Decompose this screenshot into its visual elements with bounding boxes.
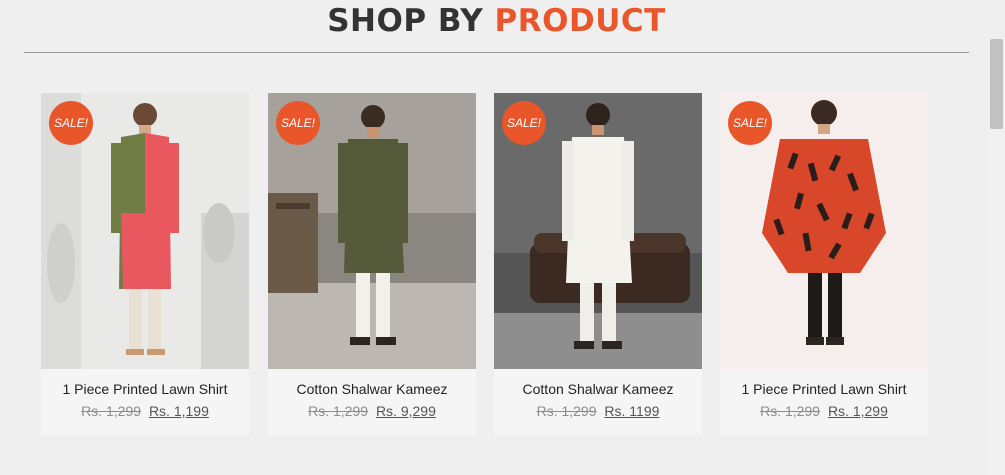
sale-badge: SALE! (502, 101, 546, 145)
sale-price: Rs. 1,199 (148, 403, 209, 419)
price-row: Rs. 1,299 Rs. 1,299 (720, 403, 928, 419)
product-title[interactable]: Cotton Shalwar Kameez (268, 381, 476, 397)
product-title[interactable]: 1 Piece Printed Lawn Shirt (41, 381, 249, 397)
sale-badge: SALE! (728, 101, 772, 145)
product-card[interactable]: SALE! 1 Piece Printed Lawn Shirt Rs. 1,2… (720, 93, 928, 435)
sale-badge: SALE! (49, 101, 93, 145)
original-price: Rs. 1,299 (536, 403, 597, 419)
product-title[interactable]: 1 Piece Printed Lawn Shirt (720, 381, 928, 397)
price-row: Rs. 1,299 Rs. 1199 (494, 403, 702, 419)
section-heading: SHOP BY PRODUCT (0, 3, 993, 39)
sale-price: Rs. 1,299 (827, 403, 888, 419)
price-row: Rs. 1,299 Rs. 1,199 (41, 403, 249, 419)
heading-highlight: PRODUCT (494, 3, 666, 39)
original-price: Rs. 1,299 (760, 403, 821, 419)
product-image[interactable]: SALE! (720, 93, 928, 369)
vertical-scrollbar[interactable] (988, 39, 1005, 475)
price-row: Rs. 1,299 Rs. 9,299 (268, 403, 476, 419)
product-image[interactable]: SALE! (494, 93, 702, 369)
product-card[interactable]: SALE! Cotton Shalwar Kameez Rs. 1,299 Rs… (494, 93, 702, 435)
heading-divider (24, 52, 969, 53)
heading-prefix: SHOP BY (327, 3, 484, 39)
product-image[interactable]: SALE! (41, 93, 249, 369)
product-card[interactable]: SALE! Cotton Shalwar Kameez Rs. 1,299 Rs… (268, 93, 476, 435)
product-title[interactable]: Cotton Shalwar Kameez (494, 381, 702, 397)
product-card[interactable]: SALE! 1 Piece Printed Lawn Shirt Rs. 1,2… (41, 93, 249, 435)
product-image[interactable]: SALE! (268, 93, 476, 369)
original-price: Rs. 1,299 (308, 403, 369, 419)
sale-badge: SALE! (276, 101, 320, 145)
sale-price: Rs. 1199 (604, 403, 660, 419)
sale-price: Rs. 9,299 (375, 403, 436, 419)
scrollbar-thumb[interactable] (990, 39, 1003, 129)
original-price: Rs. 1,299 (81, 403, 142, 419)
